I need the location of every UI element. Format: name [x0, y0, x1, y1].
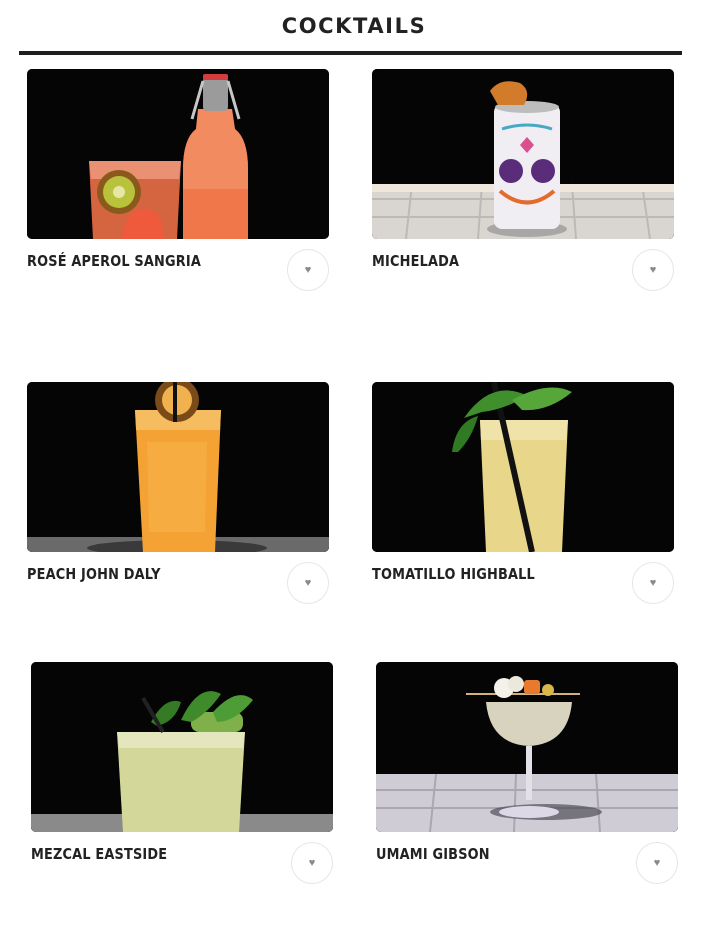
favorite-button[interactable]: ♥	[632, 562, 674, 604]
cocktail-photo[interactable]	[27, 69, 329, 239]
cocktail-photo[interactable]	[376, 662, 678, 832]
cocktail-photo[interactable]	[372, 69, 674, 239]
cocktail-name: MEZCAL EASTSIDE	[31, 845, 168, 863]
cocktail-card[interactable]: ROSÉ APEROL SANGRIA ♥	[27, 69, 329, 299]
peach-john-daly-image	[27, 382, 329, 552]
sangria-image	[27, 69, 329, 239]
heart-icon: ♥	[304, 264, 312, 276]
mezcal-eastside-image	[31, 662, 333, 832]
cocktail-name: UMAMI GIBSON	[376, 845, 490, 863]
cocktail-photo[interactable]	[372, 382, 674, 552]
header-divider	[19, 51, 682, 55]
cocktail-name: ROSÉ APEROL SANGRIA	[27, 252, 202, 270]
umami-gibson-image	[376, 662, 678, 832]
heart-icon: ♥	[304, 577, 312, 589]
page-header: COCKTAILS	[0, 0, 708, 60]
favorite-button[interactable]: ♥	[287, 249, 329, 291]
cocktail-name: MICHELADA	[372, 252, 460, 270]
cocktail-name: PEACH JOHN DALY	[27, 565, 161, 583]
heart-icon: ♥	[653, 857, 661, 869]
cocktail-photo[interactable]	[31, 662, 333, 832]
cocktail-card[interactable]: MICHELADA ♥	[372, 69, 674, 299]
cocktail-card[interactable]: MEZCAL EASTSIDE ♥	[31, 662, 333, 892]
heart-icon: ♥	[649, 264, 657, 276]
favorite-button[interactable]: ♥	[636, 842, 678, 884]
tomatillo-highball-image	[372, 382, 674, 552]
heart-icon: ♥	[649, 577, 657, 589]
page-title: COCKTAILS	[281, 14, 427, 38]
favorite-button[interactable]: ♥	[287, 562, 329, 604]
favorite-button[interactable]: ♥	[291, 842, 333, 884]
cocktail-name: TOMATILLO HIGHBALL	[372, 565, 535, 583]
cocktail-card[interactable]: PEACH JOHN DALY ♥	[27, 382, 329, 612]
cocktail-photo[interactable]	[27, 382, 329, 552]
heart-icon: ♥	[308, 857, 316, 869]
cocktail-card[interactable]: UMAMI GIBSON ♥	[376, 662, 678, 892]
cocktail-card[interactable]: TOMATILLO HIGHBALL ♥	[372, 382, 674, 612]
michelada-image	[372, 69, 674, 239]
favorite-button[interactable]: ♥	[632, 249, 674, 291]
